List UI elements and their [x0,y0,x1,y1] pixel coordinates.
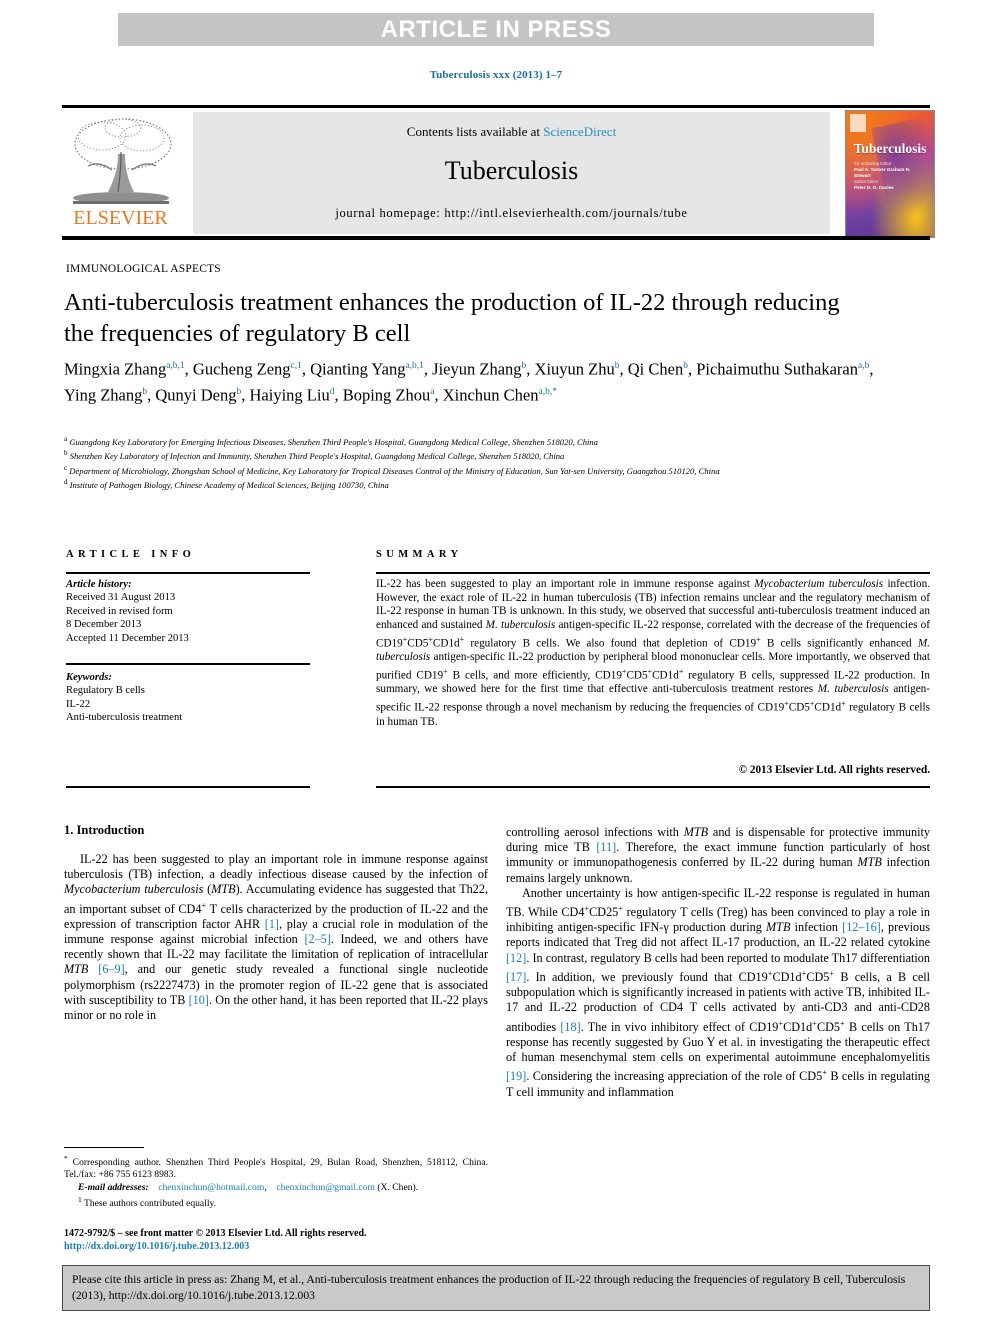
body-column-left: IL-22 has been suggested to play an impo… [64,852,489,1023]
cover-senior-name: Peter D. O. Davies [854,185,894,190]
page-title: Anti-tuberculosis treatment enhances the… [64,289,840,347]
keywords-block: Keywords: Regulatory B cells IL-22 Anti-… [66,671,316,725]
contents-line: Contents lists available at ScienceDirec… [193,124,830,140]
keyword-item: Regulatory B cells [66,685,145,697]
cover-elsevier-mark [850,114,866,132]
affiliation-d: d Institute of Pathogen Biology, Chinese… [64,478,389,491]
article-history-label: Article history: [66,579,132,590]
copyright-line: © 2013 Elsevier Ltd. All rights reserved… [738,764,930,776]
author-list: Mingxia Zhanga,b,1, Gucheng Zengc,1, Qia… [64,359,874,405]
journal-title: Tuberculosis [444,156,579,185]
section-heading-introduction: 1. Introduction [64,823,145,837]
doi-link[interactable]: http://dx.doi.org/10.1016/j.tube.2013.12… [64,1241,534,1254]
footnote-emails: E-mail addresses: chenxinchun@hotmail.co… [78,1181,419,1193]
info-divider-bottom [66,786,310,788]
article-page: ARTICLE IN PRESS Tuberculosis xxx (2013)… [0,0,992,1323]
history-revised-date: 8 December 2013 [66,619,142,631]
info-divider-mid [66,663,310,665]
affiliation-a: a Guangdong Key Laboratory for Emerging … [64,435,598,447]
history-accepted: Accepted 11 December 2013 [66,632,189,644]
journal-masthead: ELSEVIER Contents lists available at Sci… [62,110,935,238]
footnote-block: * Corresponding author. Shenzhen Third P… [64,1153,488,1210]
summary-divider-bottom [376,786,930,788]
article-in-press-label: ARTICLE IN PRESS [380,15,612,43]
email-link-gmail[interactable]: chenxinchun@gmail.com [276,1182,375,1193]
body-column-right: controlling aerosol infections with MTB … [506,825,930,1099]
email-addresses-label: E-mail addresses: [78,1181,149,1193]
summary-divider-top [376,572,930,574]
summary-heading: SUMMARY [376,549,463,560]
journal-homepage-link[interactable]: journal homepage: http://intl.elsevierhe… [193,206,830,221]
journal-section-label: IMMUNOLOGICAL ASPECTS [66,263,221,275]
keywords-label: Keywords: [66,672,112,683]
cover-editor-names: Paul A. Tanner Graham R. Stewart [854,167,911,178]
article-info-heading: ARTICLE INFO [66,549,196,560]
footnote-equal-contribution: 1 These authors contributed equally. [78,1194,217,1209]
cover-editor-label: Co-ordinating Editor [854,161,892,166]
imprint-front-matter: 1472-9792/$ – see front matter © 2013 El… [64,1228,367,1239]
info-divider-top [66,572,310,574]
keyword-item: Anti-tuberculosis treatment [66,712,183,724]
sciencedirect-link[interactable]: ScienceDirect [543,124,616,139]
journal-cover-thumbnail[interactable]: Tuberculosis Co-ordinating Editor Paul A… [845,110,935,238]
footnote-rule [64,1147,144,1148]
email-link-hotmail[interactable]: chenxinchun@hotmail.com [158,1182,264,1193]
imprint-block: 1472-9792/$ – see front matter © 2013 El… [64,1228,534,1253]
abstract-text: IL-22 has been suggested to play an impo… [376,578,931,728]
history-revised: Received in revised form [66,605,173,617]
footnote-corresponding-author: * Corresponding author. Shenzhen Third P… [64,1154,488,1181]
masthead-rule-top [62,105,930,108]
history-received: Received 31 August 2013 [66,592,176,604]
affiliation-list: a Guangdong Key Laboratory for Emerging … [64,434,904,492]
masthead-rule-bottom [62,236,930,240]
affiliation-b: b Shenzhen Key Laboratory of Infection a… [64,449,565,462]
contents-prefix: Contents lists available at [406,124,544,139]
elsevier-tree-icon [68,114,174,206]
cover-senior-label: Senior Editor [854,179,879,184]
elsevier-wordmark: ELSEVIER [73,207,168,229]
email-owner: (X. Chen). [377,1181,419,1193]
running-head: Tuberculosis xxx (2013) 1–7 [429,69,563,81]
affiliation-c: c Department of Microbiology, Zhongshan … [64,463,720,476]
keyword-item: IL-22 [66,698,91,710]
elsevier-logo: ELSEVIER [62,112,179,234]
article-history: Article history: Received 31 August 2013… [66,578,316,645]
cite-this-article-text: Please cite this article in press as: Zh… [72,1273,906,1302]
cover-title: Tuberculosis [853,141,927,156]
cover-editors: Co-ordinating Editor Paul A. Tanner Grah… [854,161,916,191]
